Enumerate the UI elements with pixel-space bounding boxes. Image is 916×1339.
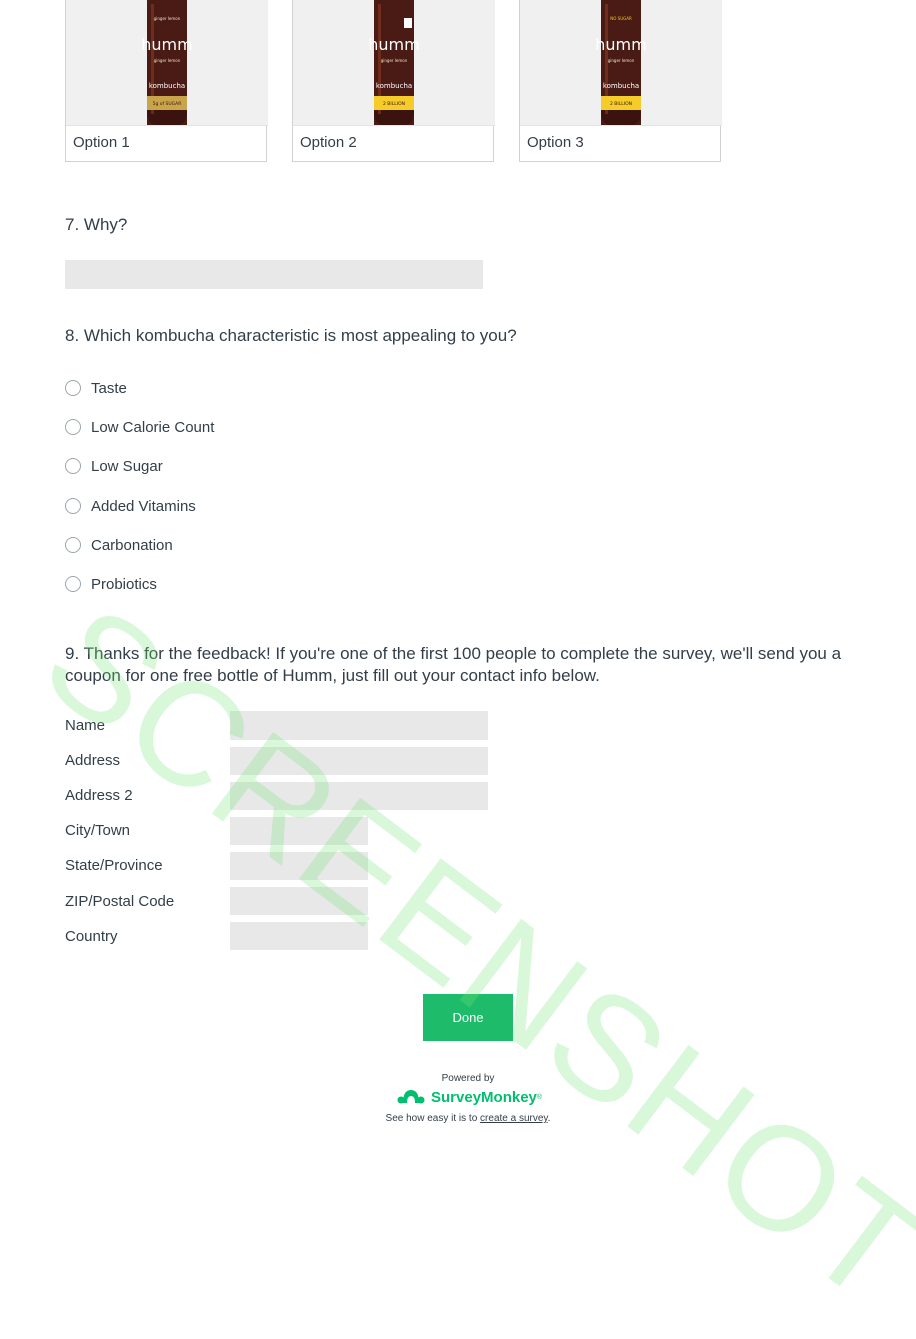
state-province-field[interactable] bbox=[230, 852, 368, 880]
radio-label: Added Vitamins bbox=[91, 497, 196, 515]
svg-text:humm: humm bbox=[141, 35, 192, 54]
surveymonkey-icon bbox=[397, 1090, 425, 1104]
svg-text:NO SUGAR: NO SUGAR bbox=[610, 16, 632, 21]
zip-postal-code-label: ZIP/Postal Code bbox=[65, 893, 175, 910]
country-label: Country bbox=[65, 928, 118, 945]
footer-cta: See how easy it is to create a survey. bbox=[0, 1113, 916, 1124]
image-choice-option-2[interactable]: humm ginger lemon kombucha 2 BILLION Opt… bbox=[292, 0, 495, 162]
trademark-symbol: ® bbox=[536, 1093, 543, 1101]
svg-text:ginger lemon: ginger lemon bbox=[154, 16, 181, 21]
svg-text:ginger lemon: ginger lemon bbox=[154, 58, 181, 63]
svg-text:kombucha: kombucha bbox=[603, 82, 639, 90]
radio-button[interactable] bbox=[65, 458, 81, 474]
city-town-field[interactable] bbox=[230, 817, 368, 845]
name-field[interactable] bbox=[230, 711, 488, 740]
image-choice-option-3[interactable]: NO SUGAR humm ginger lemon kombucha 2 BI… bbox=[519, 0, 722, 162]
radio-option-added-vitamins[interactable]: Added Vitamins bbox=[65, 495, 196, 517]
svg-text:humm: humm bbox=[368, 35, 419, 54]
radio-button[interactable] bbox=[65, 498, 81, 514]
question-9-title-line-2: coupon for one free bottle of Humm, just… bbox=[65, 666, 600, 685]
radio-button[interactable] bbox=[65, 537, 81, 553]
state-province-label: State/Province bbox=[65, 857, 163, 874]
powered-by-text: Powered by bbox=[441, 1073, 495, 1084]
zip-postal-code-field[interactable] bbox=[230, 887, 368, 915]
footer-cta-suffix: . bbox=[547, 1113, 551, 1124]
footer-cta-prefix: See how easy it is to bbox=[385, 1113, 481, 1124]
radio-label: Low Sugar bbox=[91, 457, 163, 475]
svg-text:kombucha: kombucha bbox=[376, 82, 412, 90]
kombucha-bottle-image: ginger lemon humm ginger lemon kombucha … bbox=[66, 0, 268, 126]
question-7-title: 7. Why? bbox=[65, 215, 128, 234]
option-label: Option 1 bbox=[73, 134, 130, 151]
svg-text:ginger lemon: ginger lemon bbox=[381, 58, 408, 63]
radio-button[interactable] bbox=[65, 419, 81, 435]
radio-label: Carbonation bbox=[91, 536, 173, 554]
radio-button[interactable] bbox=[65, 380, 81, 396]
address-label: Address bbox=[65, 752, 121, 769]
address-2-label: Address 2 bbox=[65, 787, 133, 804]
kombucha-bottle-image: NO SUGAR humm ginger lemon kombucha 2 BI… bbox=[520, 0, 722, 126]
svg-text:humm: humm bbox=[595, 35, 646, 54]
svg-text:2 BILLION: 2 BILLION bbox=[610, 101, 632, 107]
svg-text:ginger lemon: ginger lemon bbox=[608, 58, 635, 63]
city-town-label: City/Town bbox=[65, 822, 131, 839]
radio-label: Low Calorie Count bbox=[91, 418, 215, 436]
svg-text:5g of SUGAR: 5g of SUGAR bbox=[153, 101, 182, 107]
question-8-title: 8. Which kombucha characteristic is most… bbox=[65, 326, 517, 345]
svg-text:kombucha: kombucha bbox=[149, 82, 185, 90]
address-field[interactable] bbox=[230, 747, 488, 775]
option-label: Option 2 bbox=[300, 134, 357, 151]
kombucha-bottle-image: humm ginger lemon kombucha 2 BILLION bbox=[293, 0, 495, 126]
radio-button[interactable] bbox=[65, 576, 81, 592]
question-9-title-line-1: 9. Thanks for the feedback! If you're on… bbox=[65, 644, 842, 663]
surveymonkey-logo[interactable]: SurveyMonkey ® bbox=[397, 1087, 542, 1107]
why-text-input[interactable] bbox=[65, 260, 483, 289]
create-survey-link[interactable]: create a survey bbox=[480, 1113, 548, 1124]
name-label: Name bbox=[65, 717, 106, 734]
radio-option-low-calorie-count[interactable]: Low Calorie Count bbox=[65, 416, 214, 438]
radio-label: Taste bbox=[91, 379, 127, 397]
option-label: Option 3 bbox=[527, 134, 584, 151]
question-9-title: 9. Thanks for the feedback! If you're on… bbox=[65, 643, 841, 687]
country-field[interactable] bbox=[230, 922, 368, 950]
radio-option-taste[interactable]: Taste bbox=[65, 377, 127, 399]
surveymonkey-wordmark: SurveyMonkey bbox=[431, 1088, 537, 1106]
image-choice-option-1[interactable]: ginger lemon humm ginger lemon kombucha … bbox=[65, 0, 268, 162]
svg-text:2 BILLION: 2 BILLION bbox=[383, 101, 405, 107]
done-button[interactable]: Done bbox=[423, 994, 513, 1041]
address-2-field[interactable] bbox=[230, 782, 488, 810]
radio-option-probiotics[interactable]: Probiotics bbox=[65, 573, 157, 595]
screenshot-watermark: SCREENSHOT bbox=[15, 573, 916, 1337]
radio-option-low-sugar[interactable]: Low Sugar bbox=[65, 455, 163, 477]
radio-option-carbonation[interactable]: Carbonation bbox=[65, 534, 173, 556]
radio-label: Probiotics bbox=[91, 575, 157, 593]
